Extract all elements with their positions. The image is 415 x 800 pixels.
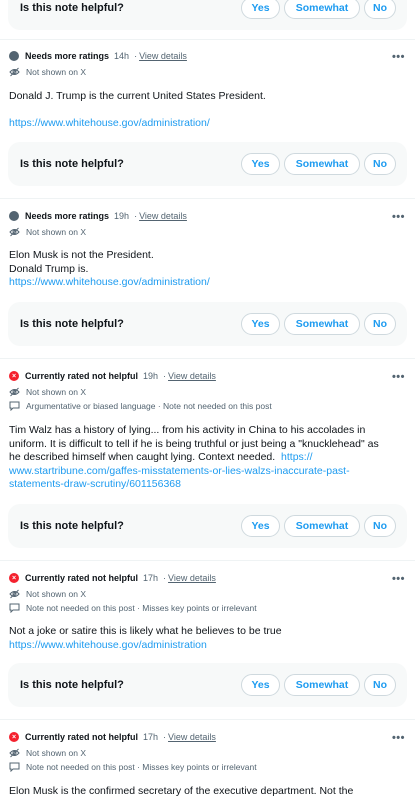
note-status: Currently rated not helpful (25, 573, 139, 583)
note-link[interactable]: https://www.whitehouse.gov/administratio… (9, 117, 404, 131)
more-options-icon[interactable]: ••• (392, 51, 405, 63)
feedback-bar-0: Is this note helpful? Yes Somewhat No (8, 0, 407, 30)
note-time: 19h (114, 211, 130, 221)
yes-button[interactable]: Yes (241, 515, 280, 537)
helpful-question: Is this note helpful? (20, 158, 124, 170)
reason-label: Argumentative or biased language · Note … (26, 401, 272, 411)
somewhat-button[interactable]: Somewhat (284, 0, 360, 19)
note-body: Elon Musk is the confirmed secretary of … (9, 785, 354, 797)
note-time: 14h (114, 51, 130, 61)
somewhat-button[interactable]: Somewhat (284, 674, 360, 696)
note-link[interactable]: statements-draw-scrutiny/601156368 (9, 478, 404, 492)
divider (0, 39, 415, 40)
eye-off-icon (9, 387, 20, 397)
view-details-link[interactable]: View details (168, 573, 216, 583)
more-options-icon[interactable]: ••• (392, 732, 405, 744)
not-shown-label: Not shown on X (26, 748, 87, 758)
eye-off-icon (9, 227, 20, 237)
note-status: Needs more ratings (25, 211, 110, 221)
yes-button[interactable]: Yes (241, 674, 280, 696)
comment-icon (9, 401, 20, 411)
not-shown-label: Not shown on X (26, 589, 87, 599)
more-options-icon[interactable]: ••• (392, 371, 405, 383)
note-time: 17h (143, 573, 159, 583)
note-status-row: Needs more ratings 19h · View details (9, 211, 187, 221)
comment-icon (9, 762, 20, 772)
note-status-row: × Currently rated not helpful 17h · View… (9, 573, 216, 583)
view-details-link[interactable]: View details (139, 51, 187, 61)
somewhat-button[interactable]: Somewhat (284, 515, 360, 537)
not-helpful-icon: × (9, 732, 19, 742)
visibility-row: Not shown on X (9, 748, 86, 758)
no-button[interactable]: No (364, 313, 396, 335)
feedback-bar-3: Is this note helpful? Yes Somewhat No (8, 504, 407, 548)
reason-label: Note not needed on this post · Misses ke… (26, 603, 257, 613)
not-shown-label: Not shown on X (26, 67, 87, 77)
divider (0, 719, 415, 720)
not-helpful-icon: × (9, 573, 19, 583)
visibility-row: Not shown on X (9, 387, 86, 397)
divider (0, 358, 415, 359)
view-details-link[interactable]: View details (168, 371, 216, 381)
yes-button[interactable]: Yes (241, 313, 280, 335)
divider (0, 198, 415, 199)
note-status-row: Needs more ratings 14h · View details (9, 51, 187, 61)
view-details-link[interactable]: View details (168, 732, 216, 742)
note-body: Elon Musk is not the President. Donald T… (9, 249, 404, 290)
view-details-link[interactable]: View details (139, 211, 187, 221)
note-body: Tim Walz has a history of lying... from … (9, 424, 404, 492)
needs-more-ratings-icon (9, 211, 19, 221)
note-status: Currently rated not helpful (25, 371, 139, 381)
note-time: 19h (143, 371, 159, 381)
note-link[interactable]: https://www.whitehouse.gov/administratio… (9, 276, 404, 290)
divider (0, 560, 415, 561)
not-shown-label: Not shown on X (26, 387, 87, 397)
helpful-question: Is this note helpful? (20, 2, 124, 14)
needs-more-ratings-icon (9, 51, 19, 61)
eye-off-icon (9, 748, 20, 758)
reason-row: Argumentative or biased language · Note … (9, 401, 272, 411)
eye-off-icon (9, 67, 20, 77)
more-options-icon[interactable]: ••• (392, 211, 405, 223)
no-button[interactable]: No (364, 674, 396, 696)
note-body: Donald J. Trump is the current United St… (9, 90, 404, 131)
more-options-icon[interactable]: ••• (392, 573, 405, 585)
no-button[interactable]: No (364, 153, 396, 175)
note-status: Needs more ratings (25, 51, 110, 61)
helpful-question: Is this note helpful? (20, 318, 124, 330)
note-body: Not a joke or satire this is likely what… (9, 625, 404, 652)
note-status: Currently rated not helpful (25, 732, 139, 742)
feedback-bar-2: Is this note helpful? Yes Somewhat No (8, 302, 407, 346)
reason-row: Note not needed on this post · Misses ke… (9, 762, 257, 772)
note-status-row: × Currently rated not helpful 19h · View… (9, 371, 216, 381)
reason-row: Note not needed on this post · Misses ke… (9, 603, 257, 613)
no-button[interactable]: No (364, 515, 396, 537)
no-button[interactable]: No (364, 0, 396, 19)
note-link[interactable]: https://www.whitehouse.gov/administratio… (9, 639, 404, 653)
feedback-bar-1: Is this note helpful? Yes Somewhat No (8, 142, 407, 186)
note-status-row: × Currently rated not helpful 17h · View… (9, 732, 216, 742)
note-link[interactable]: www.startribune.com/gaffes-misstatements… (9, 465, 404, 479)
comment-icon (9, 603, 20, 613)
helpful-question: Is this note helpful? (20, 679, 124, 691)
yes-button[interactable]: Yes (241, 0, 280, 19)
helpful-question: Is this note helpful? (20, 520, 124, 532)
feedback-bar-4: Is this note helpful? Yes Somewhat No (8, 663, 407, 707)
visibility-row: Not shown on X (9, 227, 86, 237)
visibility-row: Not shown on X (9, 67, 86, 77)
note-time: 17h (143, 732, 159, 742)
eye-off-icon (9, 589, 20, 599)
yes-button[interactable]: Yes (241, 153, 280, 175)
visibility-row: Not shown on X (9, 589, 86, 599)
not-shown-label: Not shown on X (26, 227, 87, 237)
somewhat-button[interactable]: Somewhat (284, 313, 360, 335)
reason-label: Note not needed on this post · Misses ke… (26, 762, 257, 772)
somewhat-button[interactable]: Somewhat (284, 153, 360, 175)
not-helpful-icon: × (9, 371, 19, 381)
note-link[interactable]: https:// (281, 451, 313, 463)
